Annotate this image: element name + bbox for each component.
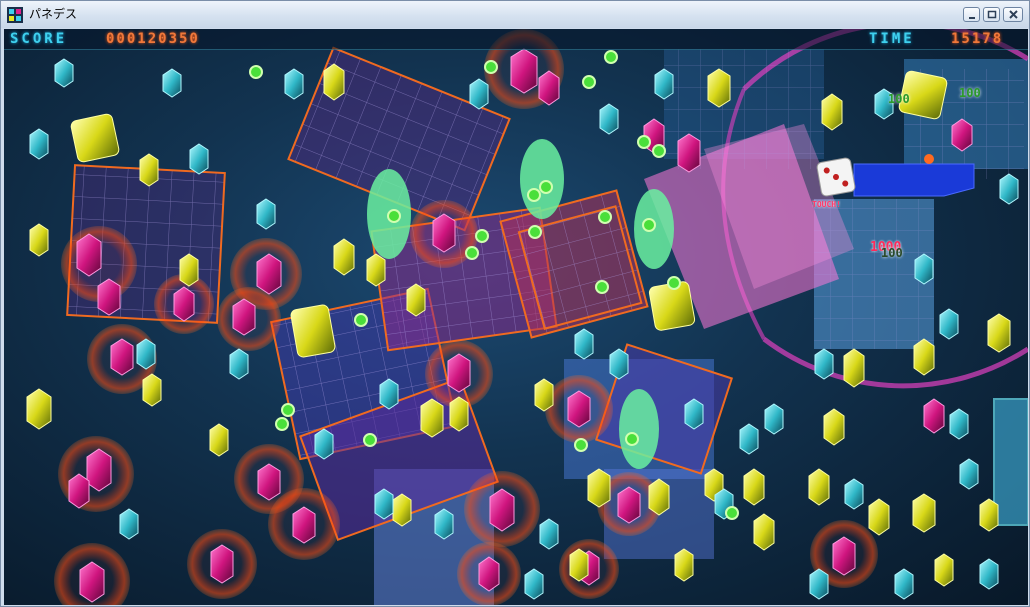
points-popup: 100	[888, 92, 910, 106]
window-controls	[963, 7, 1023, 22]
minimize-icon	[969, 17, 975, 19]
points-popup: 100	[881, 246, 903, 260]
game-viewport[interactable]: SCORE 000120350 TIME 15178 TOUCH! 100 10…	[4, 29, 1028, 605]
touch-popup: TOUCH!	[812, 200, 841, 209]
minimize-button[interactable]	[963, 7, 980, 22]
window-title: パネデス	[29, 7, 78, 21]
game-window: パネデス SCORE 000120350 TIME 15178 TOUCH! 1…	[0, 0, 1030, 607]
time-value: 15178	[951, 31, 1004, 47]
points-popup: 100	[959, 86, 981, 100]
dice-icon[interactable]	[816, 157, 856, 197]
title-bar[interactable]: パネデス	[1, 1, 1029, 28]
app-icon	[7, 7, 23, 23]
maximize-button[interactable]	[983, 7, 1000, 22]
score-label: SCORE	[10, 31, 68, 47]
close-icon	[1009, 10, 1018, 19]
score-value: 000120350	[106, 31, 200, 47]
maximize-icon	[987, 10, 997, 19]
close-button[interactable]	[1003, 7, 1023, 22]
hud-bar: SCORE 000120350 TIME 15178	[4, 29, 1028, 50]
playfield[interactable]	[4, 29, 1028, 605]
time-label: TIME	[869, 31, 915, 47]
